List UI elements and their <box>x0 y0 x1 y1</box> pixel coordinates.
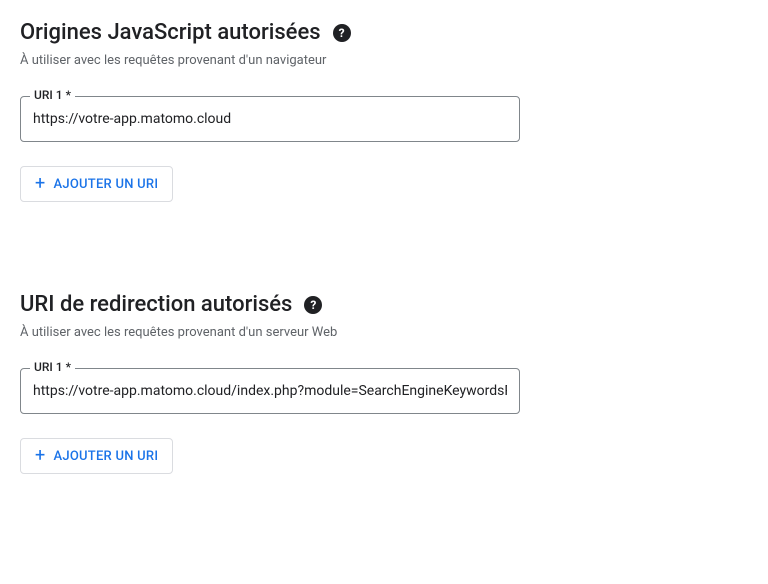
plus-icon: + <box>35 447 45 465</box>
uri-field-wrapper: URI 1 * <box>20 368 520 414</box>
section-description: À utiliser avec les requêtes provenant d… <box>20 325 748 340</box>
add-uri-button[interactable]: + AJOUTER UN URI <box>20 438 173 474</box>
plus-icon: + <box>35 175 45 193</box>
add-button-label: AJOUTER UN URI <box>53 177 158 192</box>
uri-field-wrapper: URI 1 * <box>20 96 520 142</box>
help-icon[interactable]: ? <box>304 296 322 314</box>
section-title: Origines JavaScript autorisées <box>20 20 321 45</box>
uri-field-label: URI 1 * <box>30 360 75 374</box>
section-description: À utiliser avec les requêtes provenant d… <box>20 53 748 68</box>
uri-input[interactable] <box>20 96 520 142</box>
uri-input[interactable] <box>20 368 520 414</box>
uri-field-label: URI 1 * <box>30 88 75 102</box>
add-uri-button[interactable]: + AJOUTER UN URI <box>20 166 173 202</box>
redirect-uris-section: URI de redirection autorisés ? À utilise… <box>20 292 748 474</box>
section-header: Origines JavaScript autorisées ? <box>20 20 748 45</box>
help-icon[interactable]: ? <box>333 24 351 42</box>
javascript-origins-section: Origines JavaScript autorisées ? À utili… <box>20 20 748 202</box>
section-title: URI de redirection autorisés <box>20 292 292 317</box>
section-header: URI de redirection autorisés ? <box>20 292 748 317</box>
add-button-label: AJOUTER UN URI <box>53 449 158 464</box>
